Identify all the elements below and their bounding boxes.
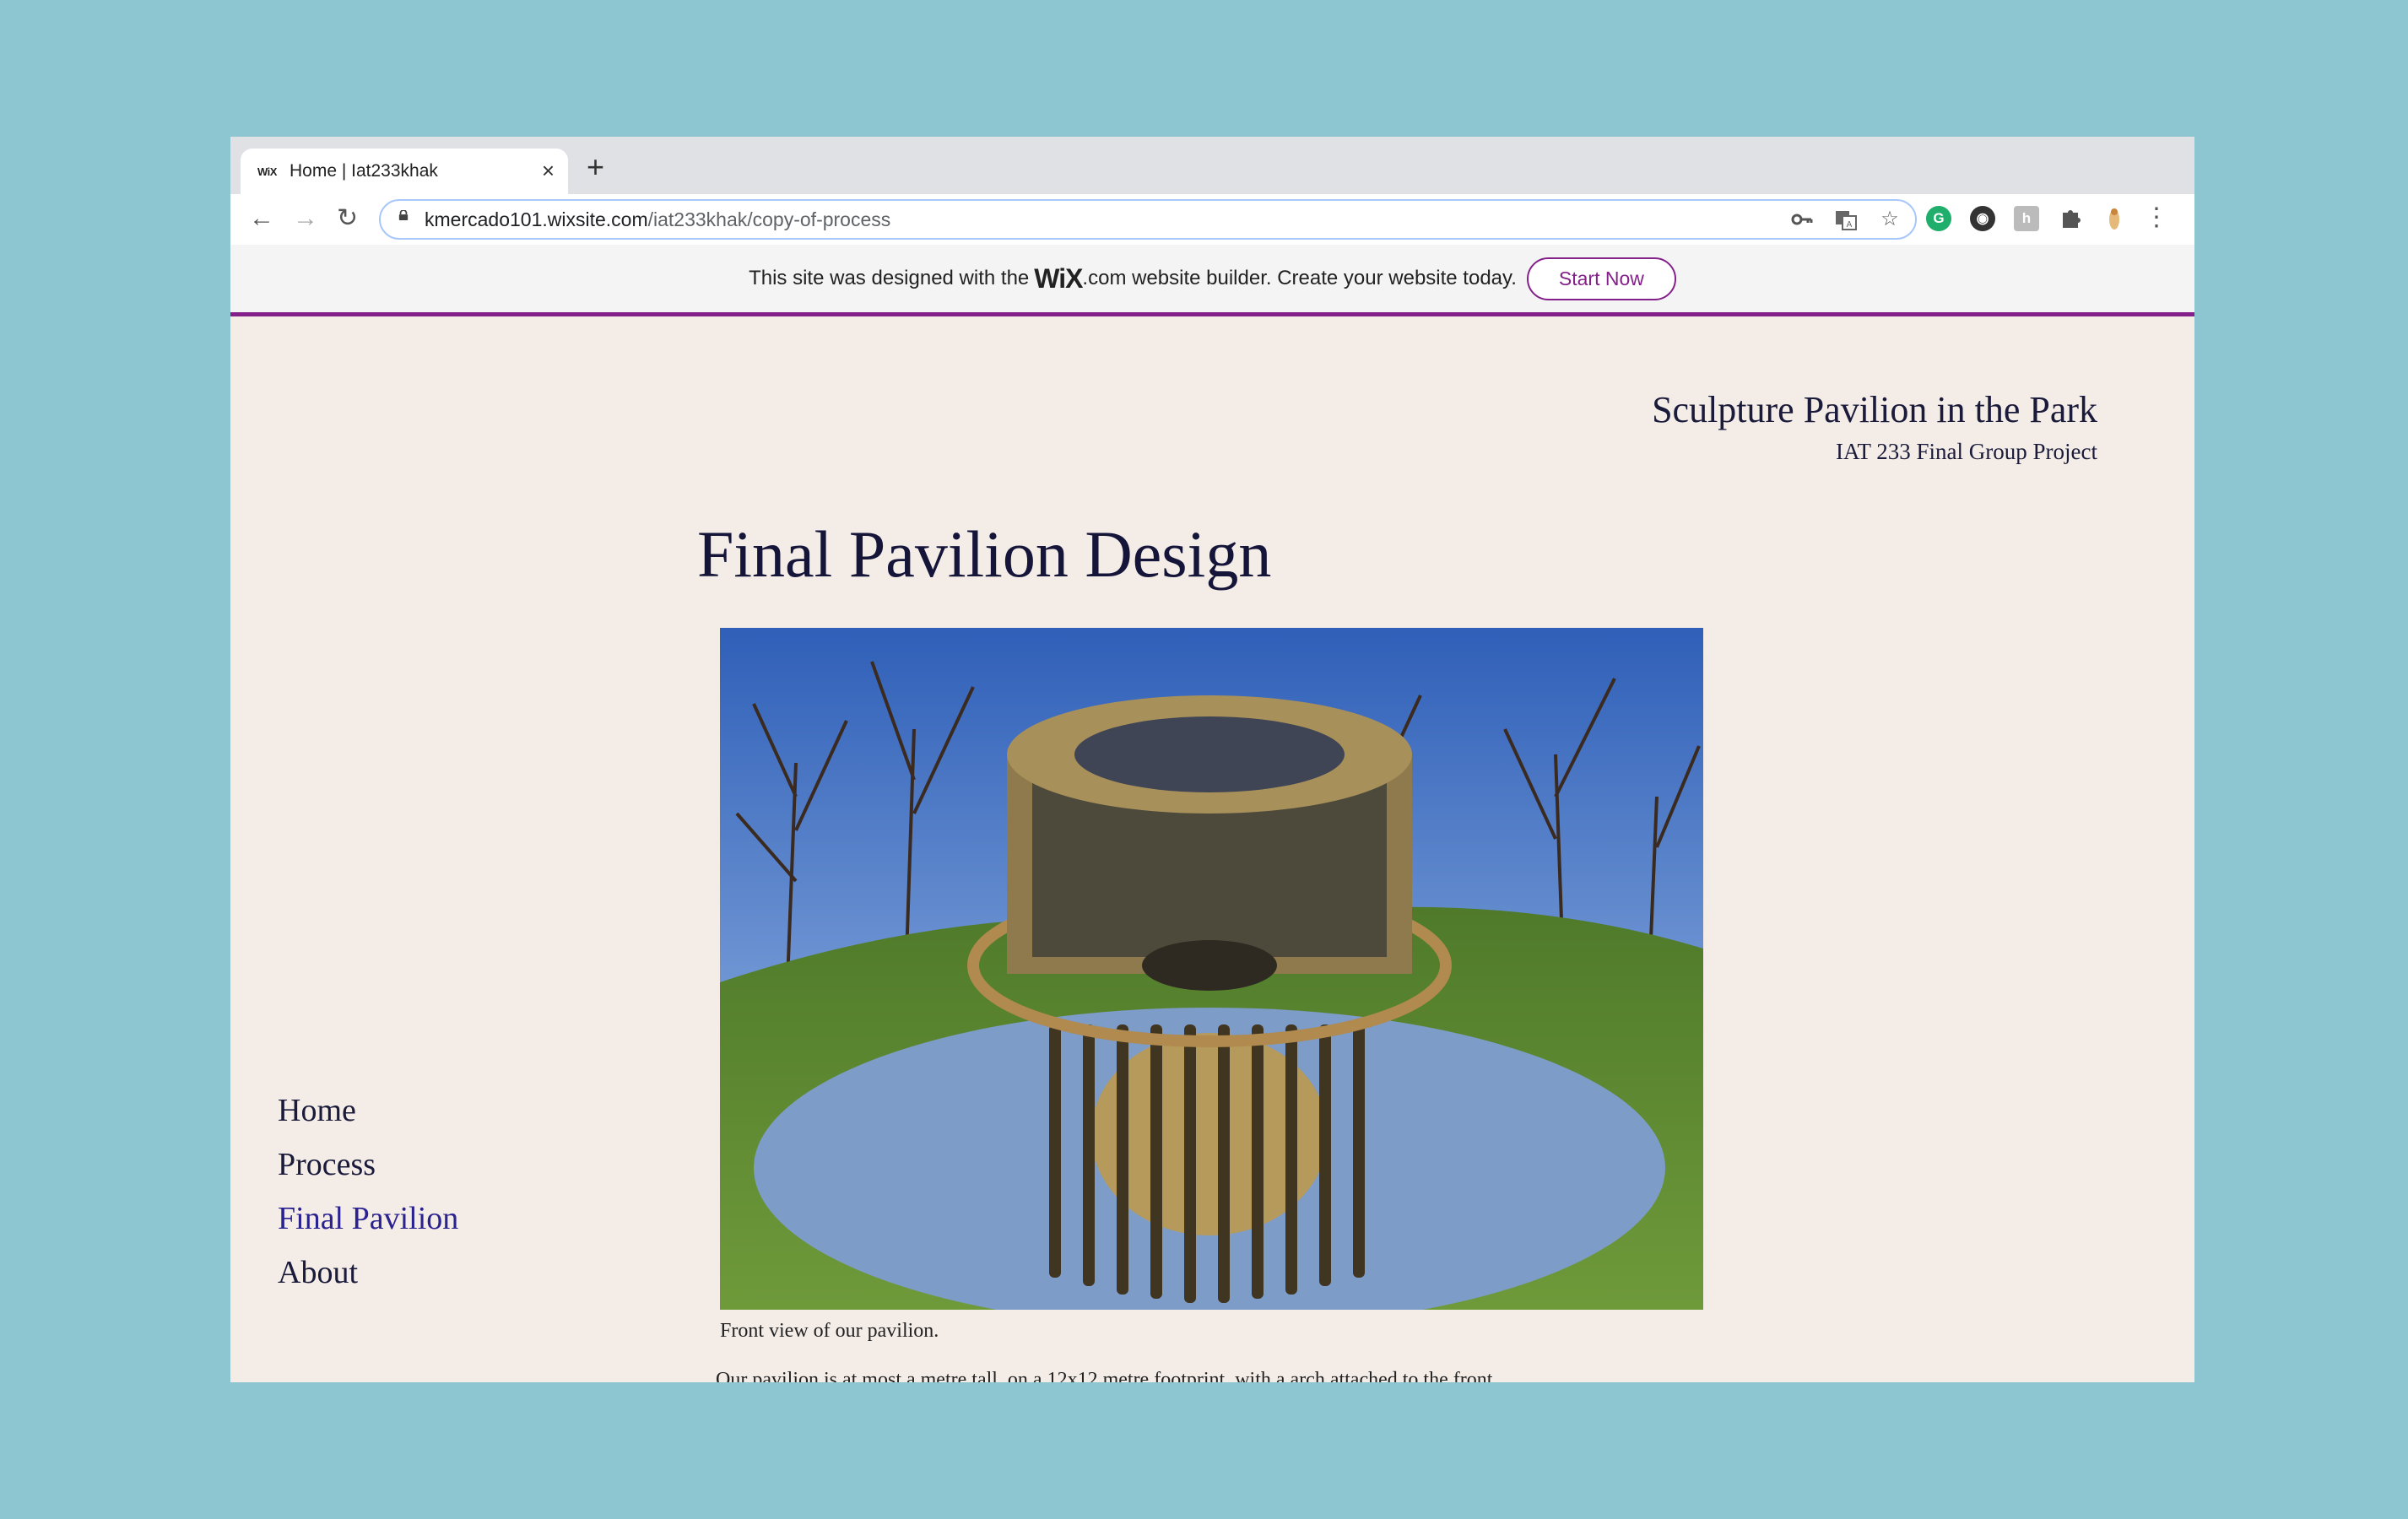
grammarly-icon[interactable]: G: [1926, 206, 1951, 231]
new-tab-icon[interactable]: +: [587, 150, 604, 184]
wix-banner-text-after: .com website builder. Create your websit…: [1082, 267, 1517, 289]
body-paragraph: Our pavilion is at most a metre tall, on…: [716, 1369, 1493, 1382]
browser-toolbar: ← → ↻ kmercado101.wixsite.com/iat233khak…: [230, 194, 2194, 245]
key-icon[interactable]: [1790, 206, 1814, 233]
browser-tab[interactable]: WiX Home | Iat233khak ×: [241, 149, 568, 194]
extensions-bar: G ◉ h: [1926, 206, 2127, 231]
browser-window: WiX Home | Iat233khak × + ← → ↻ kmercado…: [230, 137, 2194, 1382]
back-icon[interactable]: ←: [249, 203, 274, 235]
site-title[interactable]: Sculpture Pavilion in the Park: [1652, 388, 2097, 431]
start-now-button[interactable]: Start Now: [1526, 257, 1676, 300]
lock-icon: [398, 210, 409, 220]
menu-icon[interactable]: ⋮: [2144, 203, 2169, 232]
pavilion-image: [720, 628, 1703, 1310]
wix-banner: This site was designed with the WiX .com…: [230, 245, 2194, 316]
wix-favicon-icon: WiX: [257, 165, 277, 178]
svg-text:A: A: [1847, 220, 1853, 230]
avatar-icon[interactable]: [2102, 206, 2127, 231]
tab-strip: WiX Home | Iat233khak × +: [230, 137, 2194, 194]
nav-item-home[interactable]: Home: [278, 1084, 458, 1138]
nav-item-about[interactable]: About: [278, 1246, 458, 1300]
reload-icon[interactable]: ↻: [337, 203, 358, 235]
translate-icon[interactable]: A: [1834, 206, 1858, 233]
tab-title: Home | Iat233khak: [290, 161, 438, 181]
side-navigation: Home Process Final Pavilion About: [278, 1084, 458, 1300]
puzzle-icon[interactable]: [2058, 206, 2083, 231]
image-caption: Front view of our pavilion.: [720, 1320, 939, 1342]
close-icon[interactable]: ×: [542, 159, 555, 182]
extension-gray-icon[interactable]: h: [2014, 206, 2039, 231]
wix-banner-text-before: This site was designed with the: [749, 267, 1030, 289]
site-subtitle: IAT 233 Final Group Project: [1836, 439, 2097, 464]
nav-item-process[interactable]: Process: [278, 1138, 458, 1192]
extension-dark-icon[interactable]: ◉: [1970, 206, 1995, 231]
wix-logo: WiX: [1034, 262, 1083, 294]
nav-item-final-pavilion[interactable]: Final Pavilion: [278, 1192, 458, 1246]
url-text[interactable]: kmercado101.wixsite.com/iat233khak/copy-…: [425, 208, 890, 231]
star-icon[interactable]: ☆: [1878, 206, 1902, 233]
page-title: Final Pavilion Design: [697, 517, 1272, 591]
address-bar[interactable]: kmercado101.wixsite.com/iat233khak/copy-…: [379, 199, 1917, 240]
forward-icon[interactable]: →: [293, 203, 318, 235]
omnibox-actions: A ☆: [1790, 206, 1902, 233]
